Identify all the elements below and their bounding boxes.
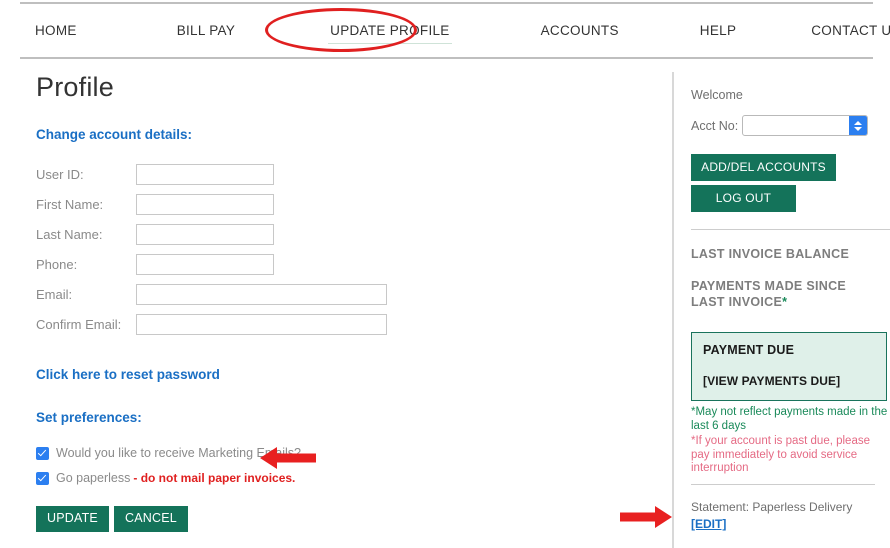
nav-item-accounts[interactable]: ACCOUNTS — [539, 20, 621, 41]
sidebar-divider-top — [691, 229, 890, 230]
red-arrow-right-icon — [620, 506, 672, 528]
nav-item-home[interactable]: HOME — [33, 20, 79, 41]
log-out-button[interactable]: LOG OUT — [691, 185, 796, 212]
account-number-row: Acct No: — [691, 115, 890, 136]
label-last-name: Last Name: — [36, 227, 103, 242]
chevron-up-icon — [854, 120, 863, 125]
label-email: Email: — [36, 287, 73, 302]
input-user-id[interactable] — [136, 164, 274, 185]
welcome-text: Welcome — [691, 88, 743, 102]
page-title: Profile — [36, 72, 114, 102]
payments-made-since-line1: PAYMENTS MADE SINCE — [691, 279, 847, 293]
input-first-name[interactable] — [136, 194, 274, 215]
red-arrow-left-icon — [260, 447, 316, 469]
input-last-name[interactable] — [136, 224, 274, 245]
label-first-name: First Name: — [36, 197, 104, 212]
nav-item-update-profile[interactable]: UPDATE PROFILE — [328, 20, 453, 44]
checkbox-label-go-paperless: Go paperless — [56, 471, 131, 485]
statement-edit-link[interactable]: [EDIT] — [691, 517, 726, 531]
form-row-confirm-email: Confirm Email: — [36, 314, 656, 335]
label-confirm-email: Confirm Email: — [36, 317, 122, 332]
account-sidebar: Welcome Acct No: ADD/DEL ACCOUNTS LOG OU… — [672, 72, 890, 548]
input-email[interactable] — [136, 284, 387, 305]
reset-password-link[interactable]: Click here to reset password — [36, 367, 220, 382]
select-stepper-icon[interactable] — [849, 116, 868, 135]
view-payments-due-link[interactable]: [VIEW PAYMENTS DUE] — [703, 374, 886, 388]
set-preferences-heading[interactable]: Set preferences: — [36, 410, 656, 425]
add-del-accounts-button[interactable]: ADD/DEL ACCOUNTS — [691, 154, 836, 181]
payment-due-box: PAYMENT DUE [VIEW PAYMENTS DUE] — [691, 332, 887, 401]
account-number-select[interactable] — [742, 115, 869, 136]
checkbox-row-marketing-emails[interactable]: Would you like to receive Marketing Emai… — [36, 445, 656, 461]
form-row-phone: Phone: — [36, 254, 656, 275]
sidebar-buttons: ADD/DEL ACCOUNTS LOG OUT — [691, 154, 890, 212]
statement-delivery-block: Statement: Paperless Delivery [EDIT] — [691, 500, 852, 533]
form-row-email: Email: — [36, 284, 656, 305]
nav-item-bill-pay[interactable]: BILL PAY — [175, 20, 237, 41]
input-phone[interactable] — [136, 254, 274, 275]
statement-delivery-text: Statement: Paperless Delivery — [691, 500, 853, 514]
nav-item-list: HOME BILL PAY UPDATE PROFILE ACCOUNTS HE… — [20, 4, 890, 57]
main-content: Profile Change account details: User ID:… — [36, 72, 656, 532]
past-due-note-pink: *If your account is past due, please pay… — [691, 435, 870, 474]
label-user-id: User ID: — [36, 167, 84, 182]
cancel-button[interactable]: CANCEL — [113, 506, 188, 532]
label-phone: Phone: — [36, 257, 78, 272]
page-root: HOME BILL PAY UPDATE PROFILE ACCOUNTS HE… — [0, 0, 890, 548]
input-confirm-email[interactable] — [136, 314, 387, 335]
form-row-first-name: First Name: — [36, 194, 656, 215]
checkbox-emphasis-go-paperless: - do not mail paper invoices. — [133, 471, 296, 485]
payments-note-green: *May not reflect payments made in the la… — [691, 406, 888, 432]
chevron-down-icon — [854, 126, 863, 131]
sidebar-divider-statement — [691, 484, 875, 485]
nav-item-help[interactable]: HELP — [698, 20, 738, 41]
account-number-label: Acct No: — [691, 118, 739, 133]
form-row-last-name: Last Name: — [36, 224, 656, 245]
last-invoice-balance-heading: LAST INVOICE BALANCE — [691, 247, 850, 261]
checkbox-marketing-emails[interactable] — [36, 446, 49, 460]
change-account-details-heading[interactable]: Change account details: — [36, 127, 656, 142]
payments-asterisk: * — [782, 295, 788, 309]
checkbox-row-go-paperless[interactable]: Go paperless - do not mail paper invoice… — [36, 470, 656, 486]
form-row-user-id: User ID: — [36, 164, 656, 185]
update-button[interactable]: UPDATE — [36, 506, 109, 532]
form-action-buttons: UPDATE CANCEL — [36, 506, 656, 532]
payments-made-since-heading: PAYMENTS MADE SINCE LAST INVOICE* — [691, 278, 890, 310]
payment-due-title: PAYMENT DUE — [703, 343, 795, 357]
payments-made-since-line2: LAST INVOICE — [691, 295, 783, 309]
nav-item-contact-us[interactable]: CONTACT US — [809, 20, 890, 41]
main-navigation: HOME BILL PAY UPDATE PROFILE ACCOUNTS HE… — [20, 2, 890, 59]
checkbox-go-paperless[interactable] — [36, 471, 49, 485]
